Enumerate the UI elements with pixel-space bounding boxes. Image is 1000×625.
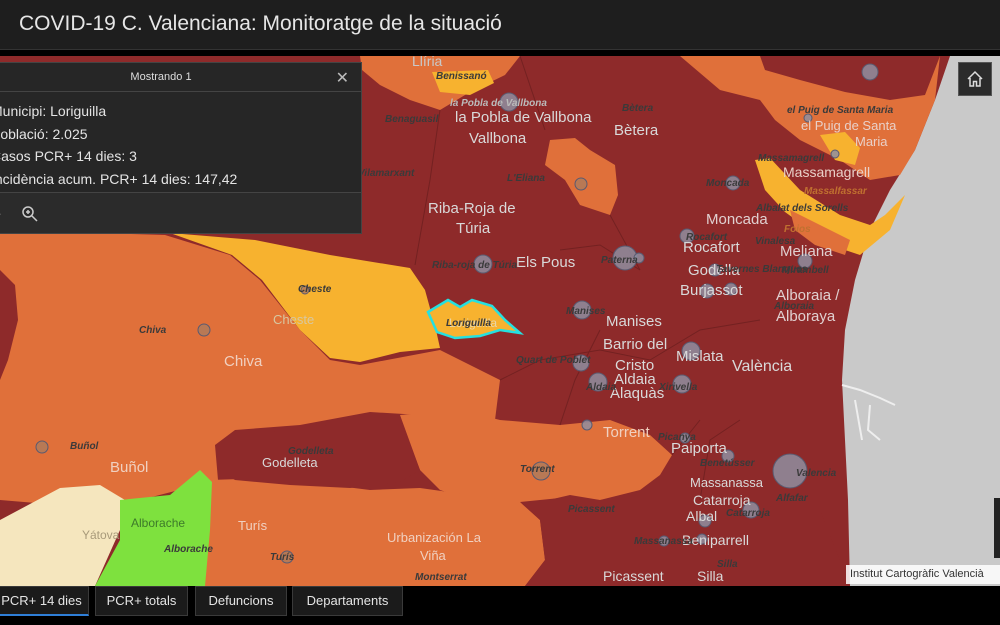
app-title: COVID-19 C. Valenciana: Monitoratge de l… <box>19 12 502 35</box>
popup-actions: ↔ <box>0 192 361 233</box>
zoom-to-icon[interactable] <box>21 205 39 223</box>
map-attribution: Institut Cartogràfic Valencià <box>846 565 1000 584</box>
region-picassent <box>520 495 850 586</box>
popup-field-incidencia: Incidència acum. PCR+ 14 dies: 147,42 <box>0 170 238 187</box>
tab-departaments[interactable]: Departaments <box>292 586 403 616</box>
close-icon[interactable]: ✕ <box>336 68 349 88</box>
side-scroll-handle[interactable] <box>994 498 1000 558</box>
popup-title: Mostrando 1 <box>130 71 192 83</box>
feature-popup[interactable]: Mostrando 1 ✕ Municipi: Loriguilla Pobla… <box>0 62 362 234</box>
popup-body: Municipi: Loriguilla Població: 2.025 Cas… <box>0 92 361 190</box>
tab-pcr-totals[interactable]: PCR+ totals <box>95 586 188 616</box>
dock-icon[interactable]: ↔ <box>0 205 3 219</box>
home-button[interactable] <box>958 62 992 96</box>
tab-bar: PCR+ 14 dies PCR+ totals Defuncions Depa… <box>0 586 1000 625</box>
popup-field-poblacio: Població: 2.025 <box>0 125 88 142</box>
popup-header: Mostrando 1 ✕ <box>0 63 361 92</box>
tab-pcr-14-dies[interactable]: PCR+ 14 dies <box>0 586 89 616</box>
tab-defuncions[interactable]: Defuncions <box>195 586 287 616</box>
popup-field-municipi: Municipi: Loriguilla <box>0 103 107 119</box>
app-header: COVID-19 C. Valenciana: Monitoratge de l… <box>0 0 1000 50</box>
home-icon <box>967 70 983 87</box>
popup-field-casos: Casos PCR+ 14 dies: 3 <box>0 148 137 164</box>
